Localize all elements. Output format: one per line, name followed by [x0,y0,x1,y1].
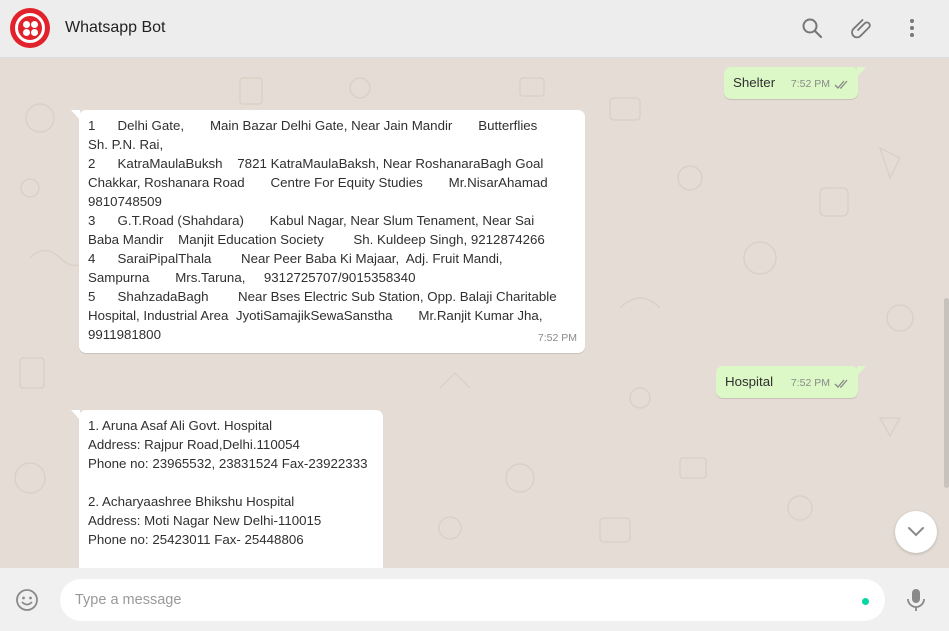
message-line: 2. Acharyaashree Bhikshu Hospital [88,494,295,509]
chat-panel[interactable]: Shelter 7:52 PM 1 Delhi Gate, Main Bazar… [0,58,949,568]
message-incoming[interactable]: 1 Delhi Gate, Main Bazar Delhi Gate, Nea… [79,110,585,353]
search-icon[interactable] [800,16,824,40]
message-time: 7:52 PM [790,377,830,389]
message-text: Hospital [725,374,774,389]
message-line: 9911981800 [88,327,161,342]
chat-title[interactable]: Whatsapp Bot [65,19,166,37]
message-line: 9810748509 [88,194,162,209]
message-input-placeholder: Type a message [75,592,182,608]
logo-dot [23,29,30,36]
message-text: Shelter [733,75,776,90]
message-line: Chakkar, Roshanara Road Centre For Equit… [88,175,548,190]
paperclip-icon[interactable] [850,16,874,40]
message-line: 1. Aruna Asaf Ali Govt. Hospital [88,418,273,433]
message-line: 2 KatraMaulaBuksh 7821 KatraMaulaBaksh, … [88,156,544,171]
message-meta: 7:52 PM [791,374,850,393]
message-line: 4 SaraiPipalThala Near Peer Baba Ki Maja… [88,251,503,266]
status-dot [862,598,869,605]
chat-header: Whatsapp Bot [0,0,949,58]
message-composer: Type a message [0,568,949,631]
message-meta: 7:52 PM [791,75,850,94]
message-line: Hospital, Industrial Area JyotiSamajikSe… [88,308,543,323]
scroll-to-bottom-button[interactable] [895,511,937,553]
more-vertical-icon[interactable] [900,16,924,40]
message-line: Sh. P.N. Rai, [88,137,164,152]
avatar[interactable] [10,8,50,48]
message-outgoing[interactable]: Hospital 7:52 PM [716,366,858,398]
logo-dot [23,21,30,28]
double-check-icon [834,379,848,388]
logo-dot [31,29,38,36]
message-input[interactable]: Type a message [60,579,885,621]
chat-scrollbar[interactable] [944,298,949,488]
double-check-icon [834,80,848,89]
logo-dot [31,21,38,28]
message-line: 1 Delhi Gate, Main Bazar Delhi Gate, Nea… [88,118,538,133]
bubble-tail [857,366,866,376]
bubble-tail [857,67,866,77]
message-line: Phone no: 23965532, 23831524 Fax-2392233… [88,456,368,471]
message-outgoing[interactable]: Shelter 7:52 PM [724,67,858,99]
message-line: Address: Rajpur Road,Delhi.110054 [88,437,300,452]
message-line: Baba Mandir Manjit Education Society Sh.… [88,232,545,247]
microphone-icon[interactable] [905,587,927,613]
message-line: 5 ShahzadaBagh Near Bses Electric Sub St… [88,289,557,304]
message-line: Sampurna Mrs.Taruna, 9312725707/90153583… [88,270,416,285]
message-time: 7:52 PM [790,78,830,90]
message-incoming[interactable]: 1. Aruna Asaf Ali Govt. Hospital Address… [79,410,383,568]
message-line: Address: Moti Nagar New Delhi-110015 [88,513,322,528]
message-line [88,473,374,492]
twilio-logo-icon [15,13,45,43]
message-time: 7:52 PM [537,332,577,344]
emoji-icon[interactable] [15,588,39,612]
message-line: 3 G.T.Road (Shahdara) Kabul Nagar, Near … [88,213,535,228]
message-line: Phone no: 25423011 Fax- 25448806 [88,532,304,547]
chevron-down-icon [908,527,924,537]
